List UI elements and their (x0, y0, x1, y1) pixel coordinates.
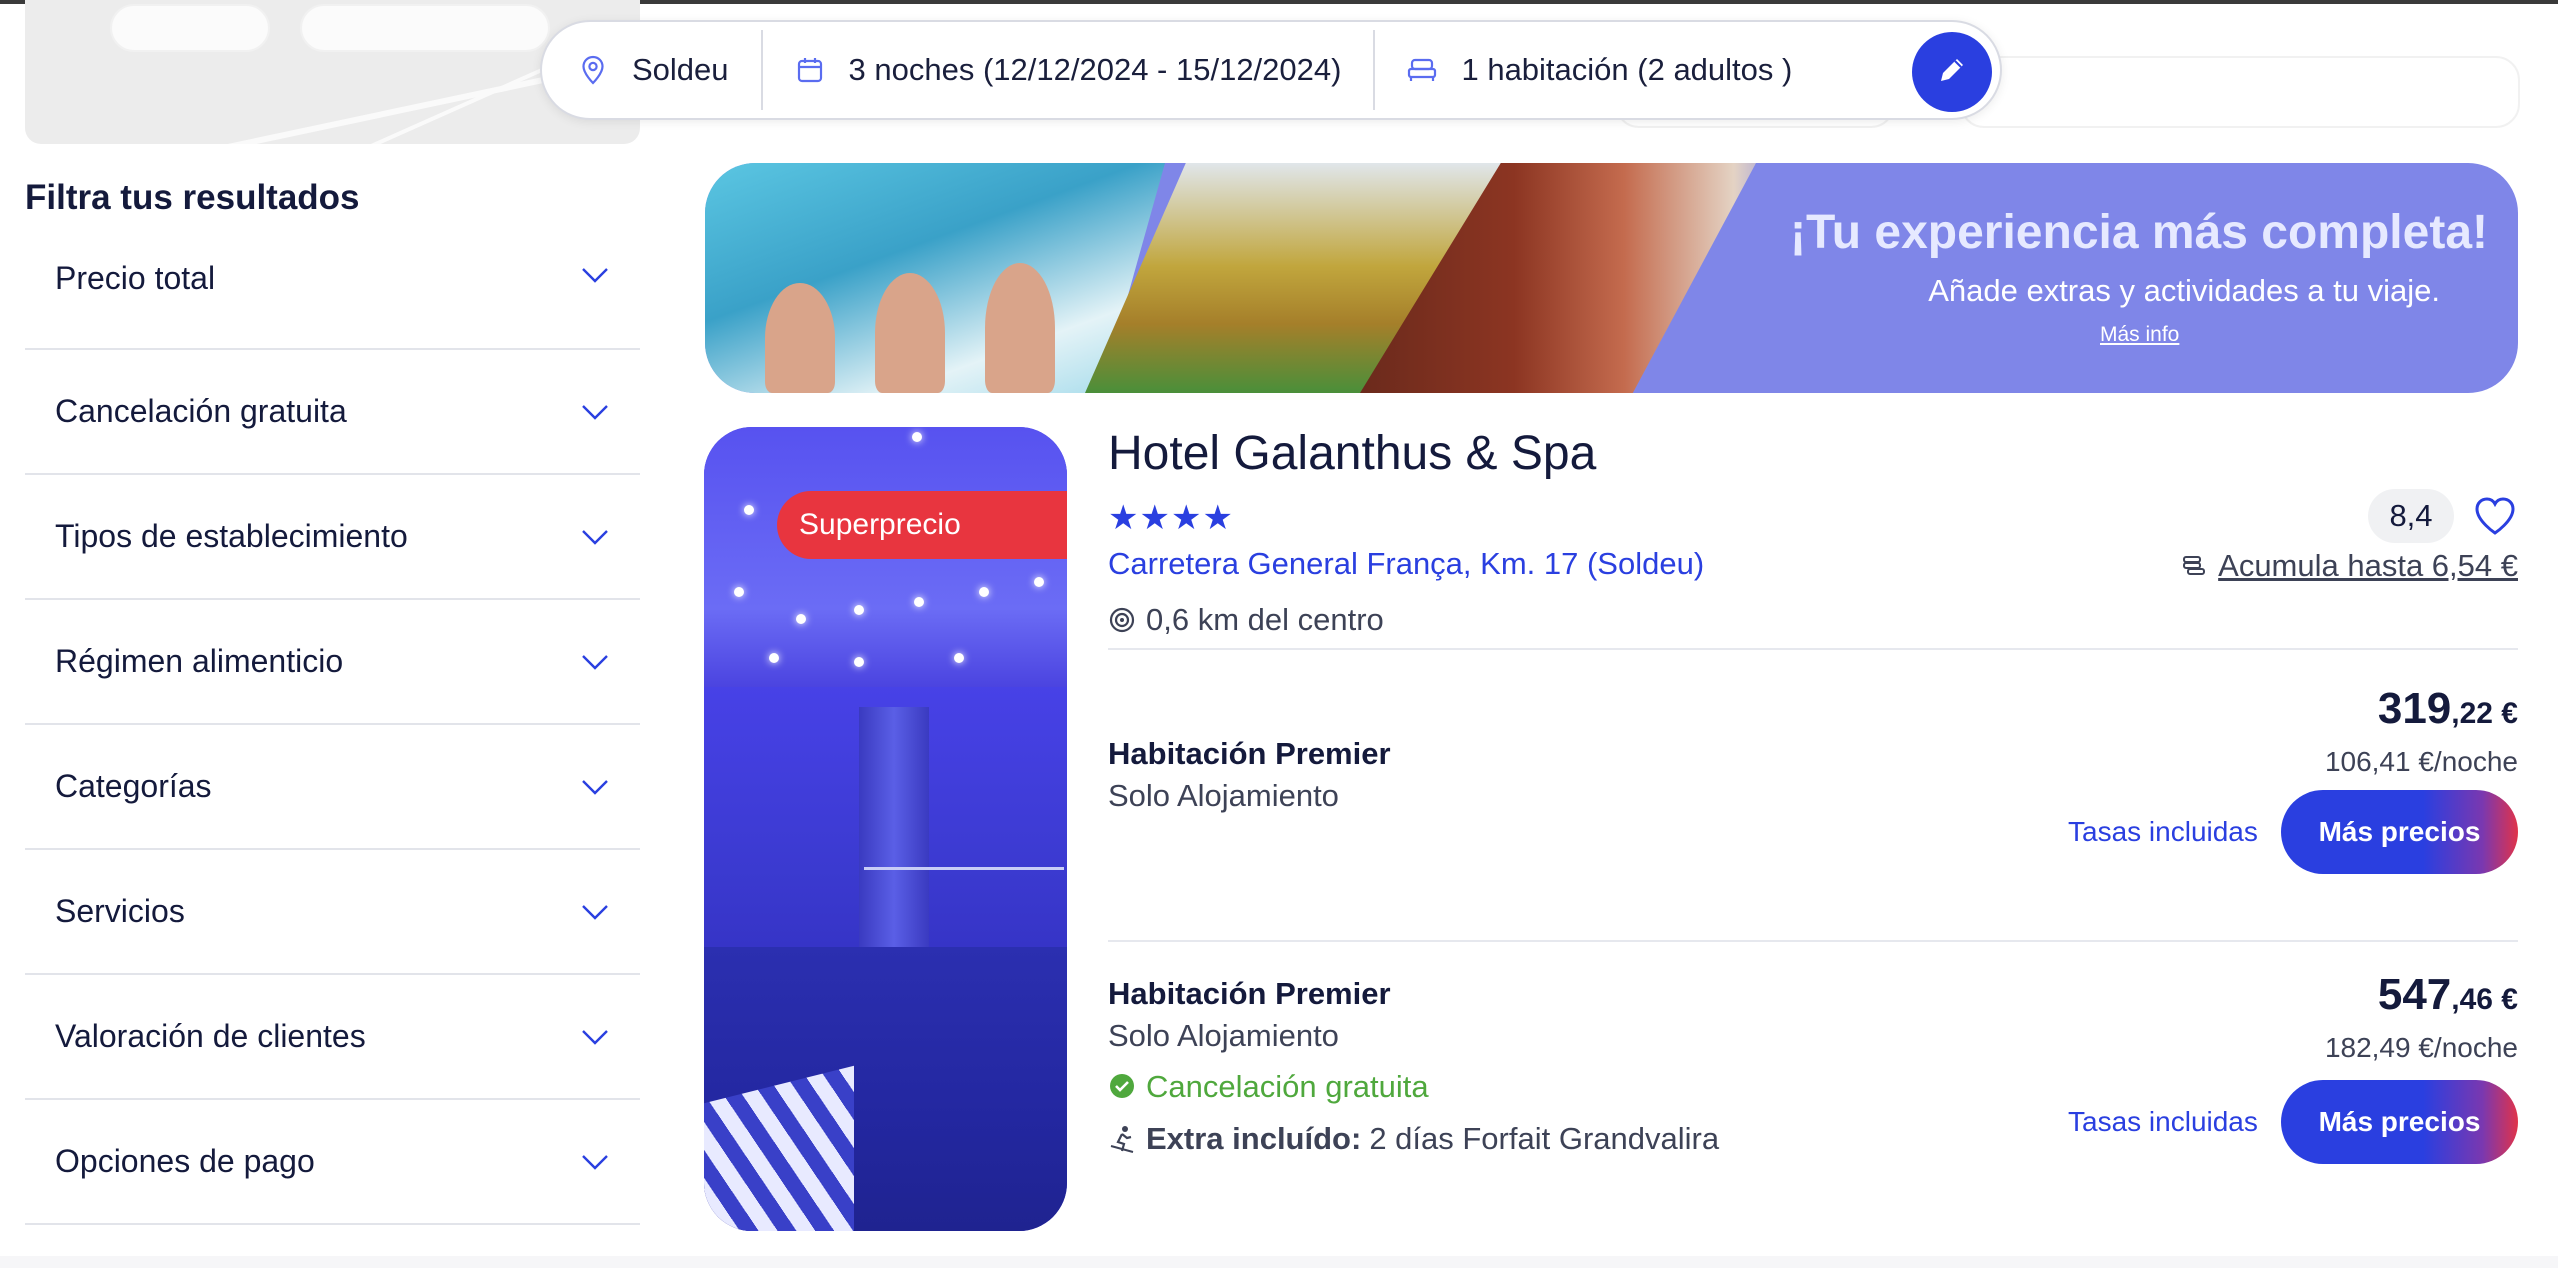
chevron-down-icon (580, 522, 610, 552)
chevron-down-icon (580, 647, 610, 677)
room-price-per-night: 106,41 €/noche (2324, 746, 2518, 777)
room-board: Solo Alojamiento (1108, 1018, 1339, 1053)
page-bottom (0, 1256, 2558, 1268)
taxes-included-label: Tasas incluidas (2068, 1106, 2258, 1137)
filter-label: Servicios (55, 893, 185, 929)
photo-pillar (859, 707, 929, 987)
filter-label: Valoración de clientes (55, 1018, 366, 1054)
filter-total-price[interactable]: Precio total (25, 260, 640, 350)
dates-text: 3 noches (12/12/2024 - 15/12/2024) (848, 52, 1342, 87)
filter-label: Tipos de establecimiento (55, 518, 408, 554)
skier-icon (1108, 1124, 1138, 1154)
room-total-price: 547,46 € (2377, 970, 2518, 1019)
filter-property-types[interactable]: Tipos de establecimiento (25, 475, 640, 600)
destination-text: Soldeu (632, 52, 729, 87)
filter-label: Régimen alimenticio (55, 643, 344, 679)
target-icon (1108, 605, 1138, 635)
dates-segment[interactable]: 3 noches (12/12/2024 - 15/12/2024) (763, 22, 1374, 118)
filter-payment-options[interactable]: Opciones de pago (25, 1100, 640, 1225)
filter-free-cancellation[interactable]: Cancelación gratuita (25, 350, 640, 475)
banner-photo-jacuzzi (705, 163, 1165, 393)
banner-subtitle: Añade extras y actividades a tu viaje. (1928, 273, 2440, 308)
pencil-icon (1935, 53, 1969, 92)
faded-control (110, 4, 270, 52)
filters-title: Filtra tus resultados (25, 178, 360, 217)
more-prices-button[interactable]: Más precios (2281, 1080, 2518, 1164)
superprice-badge: Superprecio (777, 491, 1067, 559)
chevron-down-icon (580, 1022, 610, 1052)
filter-guest-rating[interactable]: Valoración de clientes (25, 975, 640, 1100)
filters-sidebar: Filtra tus resultados Precio total Cance… (25, 178, 640, 1225)
loyalty-accumulate-link[interactable]: Acumula hasta 6,54 € (2180, 548, 2518, 584)
banner-more-info-link[interactable]: Más info (2100, 323, 2179, 347)
extras-promo-banner[interactable]: ¡Tu experiencia más completa! Añade extr… (705, 163, 2518, 393)
filter-label: Categorías (55, 768, 212, 804)
favorite-heart-icon[interactable] (2472, 493, 2518, 539)
faded-control (300, 4, 550, 52)
faded-control (1960, 56, 2520, 128)
search-summary-bar[interactable]: Soldeu 3 noches (12/12/2024 - 15/12/2024… (540, 20, 2002, 120)
free-cancellation-note: Cancelación gratuita (1108, 1069, 1429, 1105)
room-total-price: 319,22 € (2377, 684, 2518, 733)
rooms-text: 1 habitación (2 adultos ) (1461, 52, 1793, 87)
room-name: Habitación Premier (1108, 736, 1391, 771)
chevron-down-icon (580, 397, 610, 427)
filter-label: Precio total (55, 260, 216, 296)
free-cancellation-text: Cancelación gratuita (1146, 1069, 1429, 1104)
accumulate-text: Acumula hasta 6,54 € (2218, 548, 2518, 583)
more-prices-button[interactable]: Más precios (2281, 790, 2518, 874)
room-board: Solo Alojamiento (1108, 778, 1339, 813)
taxes-included-label: Tasas incluidas (2068, 816, 2258, 847)
hotel-address-link[interactable]: Carretera General França, Km. 17 (Soldeu… (1108, 546, 1704, 582)
rooms-segment[interactable]: 1 habitación (2 adultos ) (1375, 22, 1824, 118)
check-circle-icon (1108, 1072, 1138, 1102)
divider (1108, 940, 2518, 942)
banner-title: ¡Tu experiencia más completa! (1789, 206, 2488, 259)
edit-search-button[interactable] (1912, 32, 1992, 112)
bed-icon (1407, 55, 1437, 85)
filter-label: Cancelación gratuita (55, 393, 347, 429)
photo-railing (864, 867, 1064, 870)
chevron-down-icon (580, 260, 610, 290)
divider (1108, 648, 2518, 650)
location-pin-icon (578, 55, 608, 85)
room-name: Habitación Premier (1108, 976, 1391, 1011)
filter-label: Opciones de pago (55, 1143, 315, 1179)
coins-icon (2180, 551, 2210, 581)
extra-value: 2 días Forfait Grandvalira (1369, 1121, 1720, 1156)
extra-label: Extra incluído: (1146, 1121, 1362, 1156)
hotel-name[interactable]: Hotel Galanthus & Spa (1108, 426, 1596, 481)
chevron-down-icon (580, 1147, 610, 1177)
room-price-per-night: 182,49 €/noche (2324, 1032, 2518, 1063)
hotel-distance: 0,6 km del centro (1108, 602, 1384, 638)
filter-meal-plan[interactable]: Régimen alimenticio (25, 600, 640, 725)
guest-rating-badge: 8,4 (2368, 489, 2454, 543)
included-extra: Extra incluído: 2 días Forfait Grandvali… (1108, 1121, 1719, 1157)
star-rating: ★★★★ (1108, 499, 1234, 537)
distance-text: 0,6 km del centro (1146, 602, 1384, 637)
chevron-down-icon (580, 772, 610, 802)
chevron-down-icon (580, 897, 610, 927)
filter-categories[interactable]: Categorías (25, 725, 640, 850)
filter-services[interactable]: Servicios (25, 850, 640, 975)
calendar-icon (795, 55, 825, 85)
destination-segment[interactable]: Soldeu (542, 22, 761, 118)
